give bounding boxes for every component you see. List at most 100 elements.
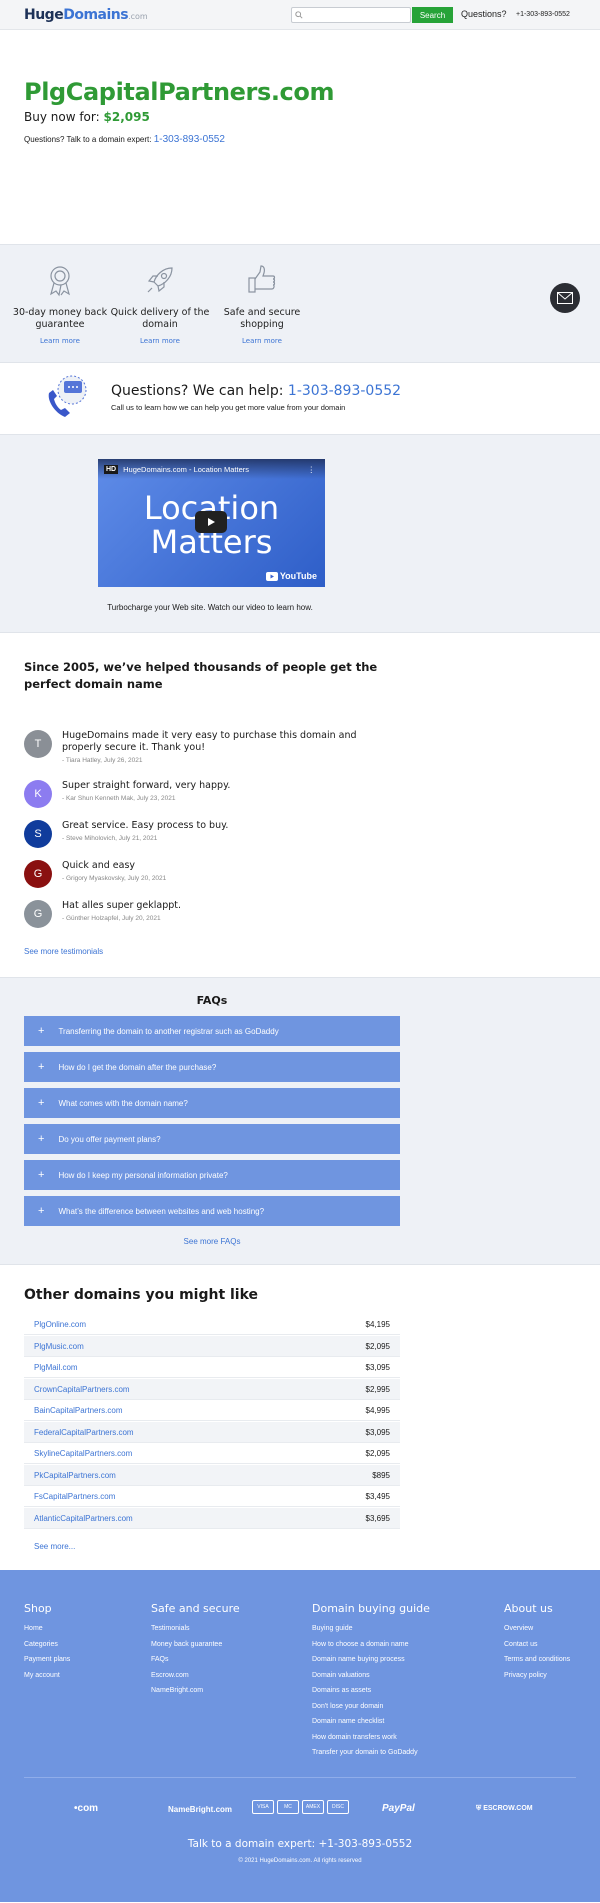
help-title: Questions? We can help: 1-303-893-0552 xyxy=(111,383,401,399)
youtube-icon xyxy=(265,571,278,581)
domain-link[interactable]: PlgMusic.com xyxy=(34,1342,84,1351)
site-logo[interactable]: HugeDomains.com xyxy=(24,7,148,23)
play-button[interactable] xyxy=(195,511,227,533)
phone-chat-icon xyxy=(48,375,87,417)
avatar: G xyxy=(24,900,52,928)
footer-link[interactable]: Home xyxy=(24,1621,70,1637)
domain-link[interactable]: FsCapitalPartners.com xyxy=(34,1492,115,1501)
footer-link[interactable]: Money back guarantee xyxy=(151,1637,240,1653)
footer-link[interactable]: Buying guide xyxy=(312,1621,430,1637)
plus-icon: + xyxy=(38,1169,45,1181)
see-more-domains-link[interactable]: See more... xyxy=(34,1542,75,1551)
learn-more-link[interactable]: Learn more xyxy=(212,337,312,345)
faq-item[interactable]: + Do you offer payment plans? xyxy=(24,1124,400,1154)
search-input[interactable] xyxy=(292,11,410,26)
domain-link[interactable]: AtlanticCapitalPartners.com xyxy=(34,1514,133,1523)
domain-price: $895 xyxy=(372,1470,390,1480)
domain-price: $3,095 xyxy=(365,1362,390,1372)
youtube-logo[interactable]: YouTube xyxy=(265,571,317,581)
header-phone[interactable]: +1-303-893-0552 xyxy=(516,11,570,18)
help-phone[interactable]: 1-303-893-0552 xyxy=(288,383,401,399)
search-button[interactable]: Search xyxy=(412,7,453,23)
faq-item[interactable]: + What comes with the domain name? xyxy=(24,1088,400,1118)
footer-link[interactable]: Categories xyxy=(24,1637,70,1653)
other-domains-heading: Other domains you might like xyxy=(24,1287,259,1303)
footer-link[interactable]: Privacy policy xyxy=(504,1668,570,1684)
help-title-text: Questions? We can help: xyxy=(111,383,284,399)
faq-item[interactable]: + Transferring the domain to another regi… xyxy=(24,1016,400,1046)
testimonial-item: T HugeDomains made it very easy to purcha… xyxy=(24,730,392,764)
learn-more-link[interactable]: Learn more xyxy=(110,337,210,345)
namebright-logo: NameBright.com xyxy=(168,1805,233,1814)
see-more-faqs-link[interactable]: See more FAQs xyxy=(0,1237,424,1246)
see-more-testimonials-link[interactable]: See more testimonials xyxy=(24,947,103,956)
avatar: G xyxy=(24,860,52,888)
domain-row[interactable]: BainCapitalPartners.com $4,995 xyxy=(24,1400,400,1421)
footer-link[interactable]: Escrow.com xyxy=(151,1668,240,1684)
envelope-icon xyxy=(557,292,573,304)
play-icon xyxy=(208,518,215,526)
footer-col-title: Safe and secure xyxy=(151,1602,240,1615)
more-options-icon[interactable]: ⋮ xyxy=(308,465,316,474)
domain-row[interactable]: SkylineCapitalPartners.com $2,095 xyxy=(24,1443,400,1464)
domain-link[interactable]: SkylineCapitalPartners.com xyxy=(34,1449,132,1458)
footer-link[interactable]: FAQs xyxy=(151,1652,240,1668)
testimonial-item: K Super straight forward, very happy. - Ka… xyxy=(24,780,392,808)
domain-row[interactable]: PlgOnline.com $4,195 xyxy=(24,1314,400,1335)
footer-link[interactable]: Don't lose your domain xyxy=(312,1699,430,1715)
domain-row[interactable]: PkCapitalPartners.com $895 xyxy=(24,1465,400,1486)
footer-link[interactable]: Domains as assets xyxy=(312,1683,430,1699)
domain-row[interactable]: CrownCapitalPartners.com $2,995 xyxy=(24,1379,400,1400)
footer-link[interactable]: Domain name buying process xyxy=(312,1652,430,1668)
rocket-icon xyxy=(147,267,173,293)
domain-row[interactable]: FsCapitalPartners.com $3,495 xyxy=(24,1486,400,1507)
thumbs-up-icon xyxy=(248,265,276,293)
video-player[interactable]: HD HugeDomains.com - Location Matters ⋮ Lo… xyxy=(98,459,325,587)
faq-question: What comes with the domain name? xyxy=(58,1098,188,1108)
domain-link[interactable]: CrownCapitalPartners.com xyxy=(34,1385,130,1394)
feature-title: 30-day money back guarantee xyxy=(12,307,108,330)
footer-link[interactable]: Terms and conditions xyxy=(504,1652,570,1668)
footer-link[interactable]: Overview xyxy=(504,1621,570,1637)
domain-row[interactable]: AtlanticCapitalPartners.com $3,695 xyxy=(24,1508,400,1529)
footer-link[interactable]: Contact us xyxy=(504,1637,570,1653)
search-box xyxy=(291,7,411,26)
faq-item[interactable]: + What’s the difference between websites … xyxy=(24,1196,400,1226)
faq-item[interactable]: + How do I keep my personal information p… xyxy=(24,1160,400,1190)
contact-mail-button[interactable] xyxy=(550,283,580,313)
footer-link[interactable]: How to choose a domain name xyxy=(312,1637,430,1653)
domain-link[interactable]: BainCapitalPartners.com xyxy=(34,1406,122,1415)
learn-more-link[interactable]: Learn more xyxy=(10,337,110,345)
footer-link[interactable]: How domain transfers work xyxy=(312,1730,430,1746)
footer-link[interactable]: Payment plans xyxy=(24,1652,70,1668)
expert-label: Questions? Talk to a domain expert: xyxy=(24,135,152,144)
domain-price: $3,095 xyxy=(365,1427,390,1437)
domain-row[interactable]: FederalCapitalPartners.com $3,095 xyxy=(24,1422,400,1443)
domain-row[interactable]: PlgMail.com $3,095 xyxy=(24,1357,400,1378)
domain-price: $4,995 xyxy=(365,1405,390,1415)
footer-link[interactable]: Domain name checklist xyxy=(312,1714,430,1730)
hero-section: PlgCapitalPartners.com Buy now for: $2,0… xyxy=(0,30,600,244)
header-questions: Questions? xyxy=(461,9,507,19)
site-header: HugeDomains.com Search Questions? +1-303… xyxy=(0,0,600,30)
domain-link[interactable]: FederalCapitalPartners.com xyxy=(34,1428,134,1437)
faq-item[interactable]: + How do I get the domain after the purch… xyxy=(24,1052,400,1082)
footer-link[interactable]: Testimonials xyxy=(151,1621,240,1637)
dotcom-logo: •com xyxy=(74,1803,99,1814)
footer-link[interactable]: NameBright.com xyxy=(151,1683,240,1699)
testimonial-item: G Hat alles super geklappt. - Günther Holz… xyxy=(24,900,392,928)
footer-link[interactable]: My account xyxy=(24,1668,70,1684)
expert-phone[interactable]: 1-303-893-0552 xyxy=(154,134,225,145)
domain-link[interactable]: PlgOnline.com xyxy=(34,1320,86,1329)
footer-link[interactable]: Domain valuations xyxy=(312,1668,430,1684)
video-section: HD HugeDomains.com - Location Matters ⋮ Lo… xyxy=(0,435,600,633)
features-section: 30-day money back guarantee Learn more Q… xyxy=(0,244,600,363)
footer-col-guide: Domain buying guide Buying guide How to … xyxy=(312,1602,430,1761)
domain-row[interactable]: PlgMusic.com $2,095 xyxy=(24,1336,400,1357)
testimonial-quote: Quick and easy xyxy=(62,860,136,871)
domain-link[interactable]: PlgMail.com xyxy=(34,1363,78,1372)
other-domains-section: Other domains you might like PlgOnline.c… xyxy=(0,1265,600,1570)
faq-question: Do you offer payment plans? xyxy=(58,1134,161,1144)
footer-link[interactable]: Transfer your domain to GoDaddy xyxy=(312,1745,430,1761)
domain-link[interactable]: PkCapitalPartners.com xyxy=(34,1471,116,1480)
